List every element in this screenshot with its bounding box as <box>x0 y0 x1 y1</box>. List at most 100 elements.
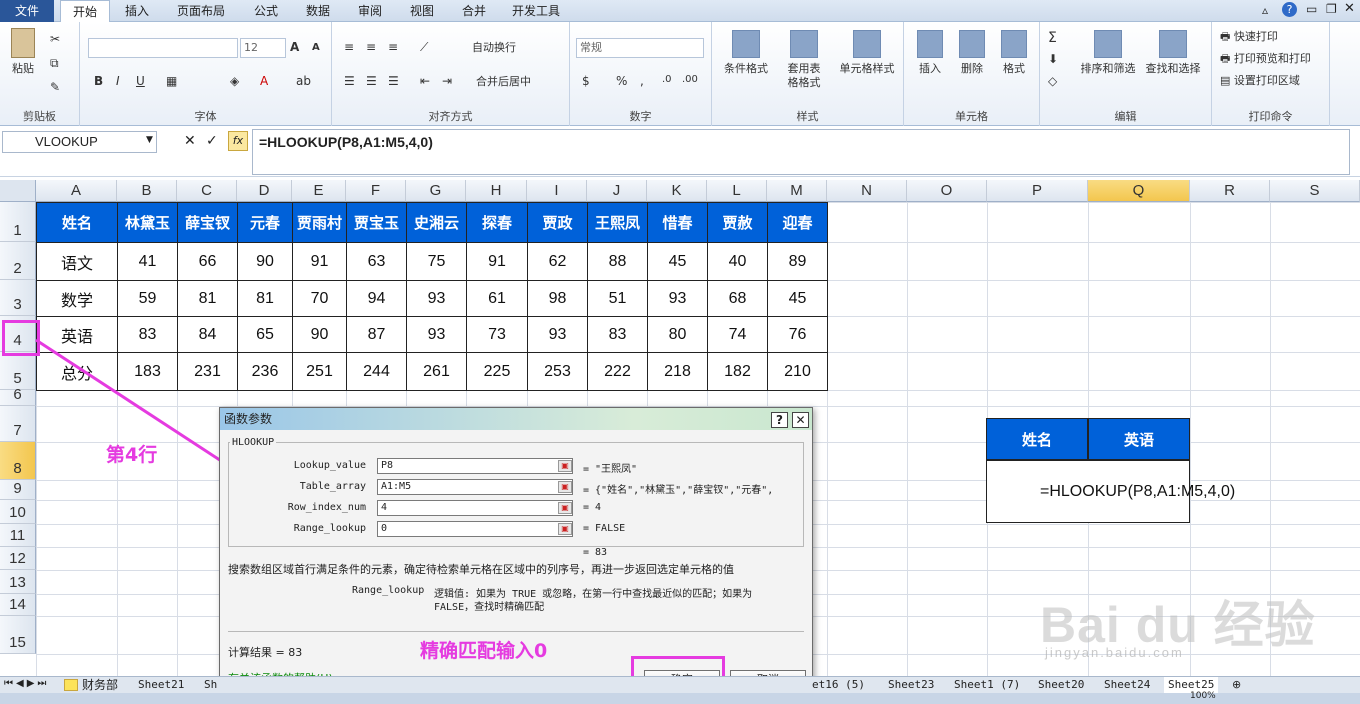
font-name-combo[interactable] <box>88 38 238 58</box>
align-center-icon[interactable]: ☰ <box>366 74 377 88</box>
decrease-decimal-icon[interactable]: .00 <box>682 74 698 85</box>
merge-center-button[interactable]: 合并后居中 <box>476 75 531 89</box>
tab-formulas[interactable]: 公式 <box>244 0 288 22</box>
collapse-ribbon-icon[interactable]: ▵ <box>1262 3 1268 17</box>
font-size-combo[interactable]: 12 <box>240 38 286 58</box>
dialog-close-icon[interactable]: ✕ <box>792 412 809 428</box>
tab-developer[interactable]: 开发工具 <box>504 0 568 22</box>
align-middle-icon[interactable]: ≡ <box>366 40 376 54</box>
grow-font-icon[interactable]: A <box>290 40 299 54</box>
new-sheet-icon[interactable]: ⊕ <box>1232 678 1241 691</box>
format-as-table-icon <box>790 30 818 58</box>
arg-result-range-lookup: = FALSE <box>583 523 626 534</box>
print-preview-button[interactable]: 🖶 打印预览和打印 <box>1220 52 1311 66</box>
sheet-tab-sheet20[interactable]: Sheet20 <box>1034 677 1088 693</box>
baidu-watermark-url: jingyan.baidu.com <box>1045 645 1184 660</box>
fill-icon[interactable]: ⬇ <box>1048 52 1058 66</box>
sheet-tab-sheet1-7[interactable]: Sheet1 (7) <box>950 677 1024 693</box>
arg-collapse-icon-range-lookup[interactable]: ▣ <box>558 523 572 535</box>
tab-insert[interactable]: 插入 <box>114 0 160 22</box>
font-color-icon[interactable]: A <box>260 74 268 88</box>
percent-icon[interactable]: % <box>616 74 627 88</box>
formula-input[interactable]: =HLOOKUP(P8,A1:M5,4,0) <box>252 129 1350 175</box>
align-bottom-icon[interactable]: ≡ <box>388 40 398 54</box>
decrease-indent-icon[interactable]: ⇤ <box>420 74 430 88</box>
sheet-tab-sheet23[interactable]: Sheet23 <box>884 677 938 693</box>
sheet-tab-sheet24[interactable]: Sheet24 <box>1100 677 1154 693</box>
sheet-tab-partial[interactable]: Sh <box>200 677 221 693</box>
paste-button[interactable]: 粘贴 <box>8 28 38 76</box>
quick-print-button[interactable]: 🖶 快速打印 <box>1220 30 1278 44</box>
tab-file[interactable]: 文件 <box>0 0 54 22</box>
tab-view[interactable]: 视图 <box>400 0 444 22</box>
cell-styles-button[interactable]: 单元格样式 <box>834 30 900 76</box>
increase-decimal-icon[interactable]: .0 <box>662 74 672 85</box>
tab-page-layout[interactable]: 页面布局 <box>166 0 236 22</box>
border-icon[interactable]: ▦ <box>166 74 177 88</box>
number-format-combo[interactable]: 常规 <box>576 38 704 58</box>
tab-review[interactable]: 审阅 <box>348 0 392 22</box>
insert-cells-button[interactable]: 插入 <box>910 30 950 76</box>
conditional-format-button[interactable]: 条件格式 <box>718 30 774 76</box>
minimize-icon[interactable]: ▭ <box>1306 2 1317 16</box>
sheet-tab-sheet21[interactable]: Sheet21 <box>134 677 188 693</box>
arg-collapse-icon-row-index[interactable]: ▣ <box>558 502 572 514</box>
name-box-dropdown-icon[interactable]: ▼ <box>146 135 153 145</box>
sort-filter-button[interactable]: 排序和筛选 <box>1076 30 1140 76</box>
enter-formula-icon[interactable]: ✓ <box>206 133 218 149</box>
insert-cells-icon <box>917 30 943 58</box>
copy-icon[interactable]: ⧉ <box>50 56 59 71</box>
print-preview-label: 打印预览和打印 <box>1233 52 1311 65</box>
format-painter-icon[interactable]: ✎ <box>50 80 60 94</box>
arg-input-row-index[interactable]: 4 <box>377 500 573 516</box>
paste-icon <box>11 28 35 58</box>
arg-collapse-icon-lookup-value[interactable]: ▣ <box>558 460 572 472</box>
zoom-level[interactable]: 100% <box>1190 691 1216 701</box>
help-question-icon[interactable]: ? <box>771 412 788 428</box>
align-top-icon[interactable]: ≡ <box>344 40 354 54</box>
align-left-icon[interactable]: ☰ <box>344 74 355 88</box>
tab-home[interactable]: 开始 <box>60 0 110 23</box>
format-cells-button[interactable]: 格式 <box>994 30 1034 76</box>
increase-indent-icon[interactable]: ⇥ <box>442 74 452 88</box>
find-select-button[interactable]: 查找和选择 <box>1140 30 1206 76</box>
group-editing: Σ ⬇ ◇ 排序和筛选 查找和选择 编辑 <box>1040 22 1212 126</box>
print-area-label: 设置打印区域 <box>1233 74 1300 87</box>
delete-cells-label: 删除 <box>961 62 983 75</box>
format-as-table-button[interactable]: 套用表格格式 <box>774 30 834 90</box>
currency-icon[interactable]: $ <box>582 74 590 88</box>
orientation-icon[interactable]: ⟋ <box>420 40 428 55</box>
restore-icon[interactable]: ❐ <box>1326 2 1337 16</box>
sheet-tab-finance[interactable]: 财务部 <box>78 677 122 693</box>
arg-collapse-icon-table-array[interactable]: ▣ <box>558 481 572 493</box>
clear-icon[interactable]: ◇ <box>1048 74 1057 88</box>
delete-cells-button[interactable]: 删除 <box>952 30 992 76</box>
bold-icon[interactable]: B <box>94 74 103 88</box>
cut-icon[interactable]: ✂ <box>50 32 60 46</box>
close-icon[interactable]: ✕ <box>1344 1 1355 16</box>
sheet-nav-icons[interactable]: ⏮◀▶⏭ <box>4 678 49 689</box>
paste-label: 粘贴 <box>12 62 34 75</box>
cancel-formula-icon[interactable]: ✕ <box>184 133 196 149</box>
arg-input-table-array[interactable]: A1:M5 <box>377 479 573 495</box>
name-box[interactable]: VLOOKUP <box>2 131 157 153</box>
italic-icon[interactable]: I <box>116 74 120 88</box>
phonetic-icon[interactable]: ab <box>296 74 311 88</box>
align-right-icon[interactable]: ☰ <box>388 74 399 88</box>
dialog-title[interactable]: 函数参数 <box>220 408 812 430</box>
arg-input-lookup-value[interactable]: P8 <box>377 458 573 474</box>
autosum-icon[interactable]: Σ <box>1048 30 1057 46</box>
comma-icon[interactable]: , <box>640 74 644 88</box>
help-icon[interactable]: ? <box>1282 2 1297 17</box>
print-area-button[interactable]: ▤ 设置打印区域 <box>1220 74 1300 88</box>
fill-color-icon[interactable]: ◈ <box>230 74 239 88</box>
tab-merge[interactable]: 合并 <box>452 0 496 22</box>
tab-data[interactable]: 数据 <box>296 0 340 22</box>
insert-function-icon[interactable]: fx <box>228 131 248 151</box>
shrink-font-icon[interactable]: A <box>312 42 320 53</box>
underline-icon[interactable]: U <box>136 74 145 88</box>
arg-input-range-lookup[interactable]: 0 <box>377 521 573 537</box>
sheet-tab-sheet16-5[interactable]: et16 (5) <box>808 677 869 693</box>
wrap-text-button[interactable]: 自动换行 <box>472 41 516 55</box>
sheet-tab-bar: ⏮◀▶⏭ 财务部 Sheet21 Sh et16 (5) Sheet23 She… <box>0 676 1360 693</box>
